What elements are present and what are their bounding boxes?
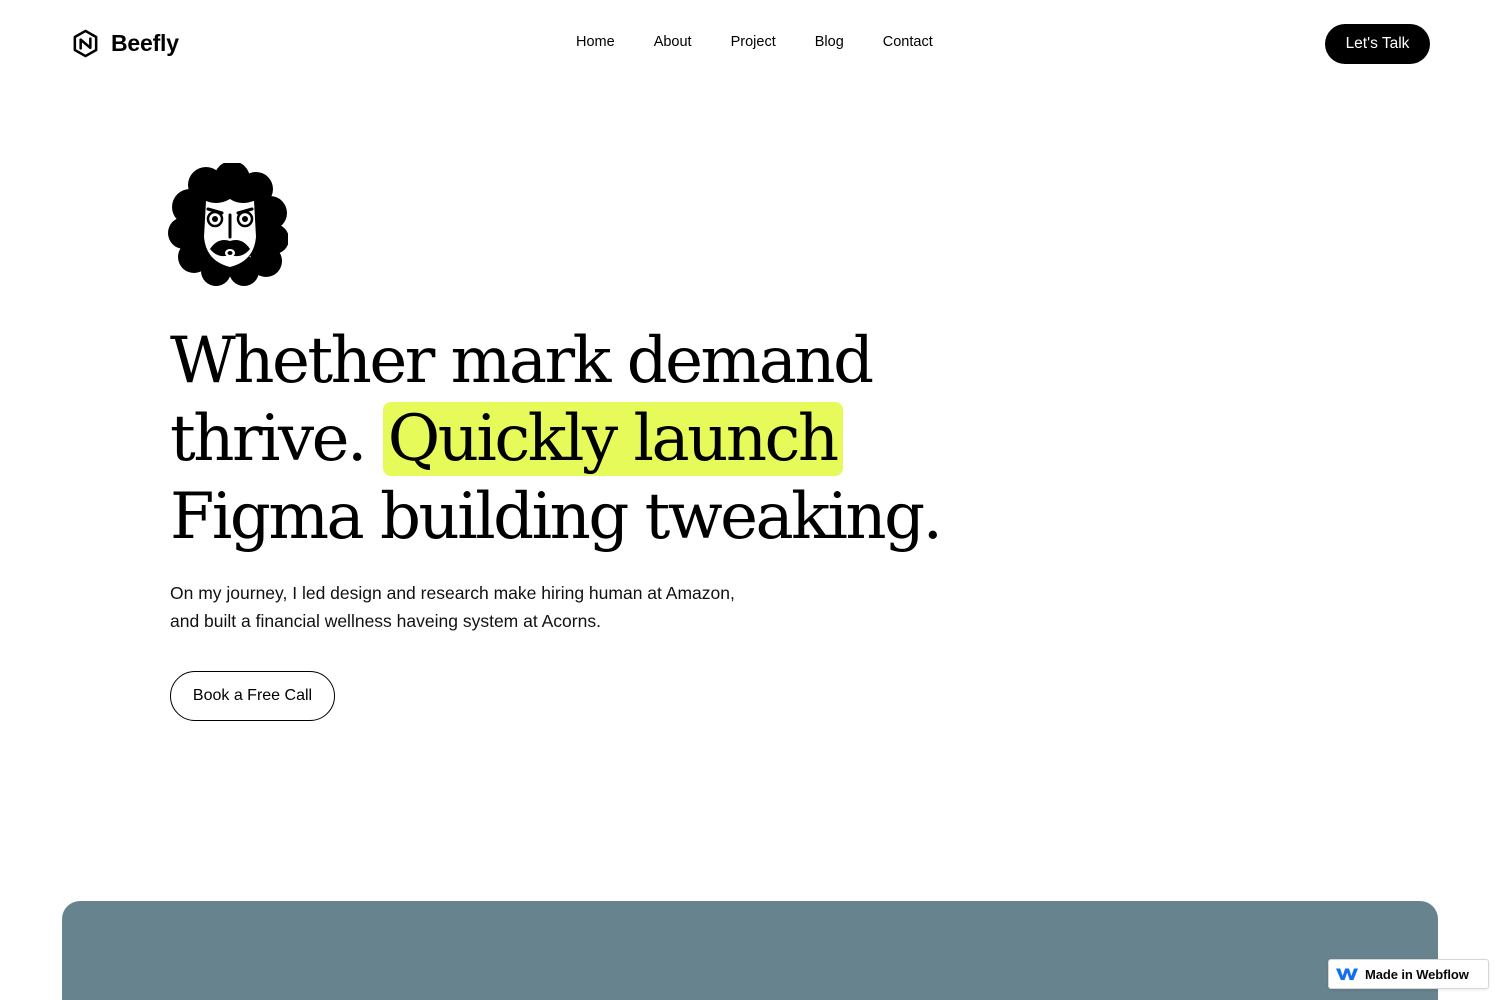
- nav-links: Home About Project Blog Contact: [576, 34, 933, 50]
- nav-link-project[interactable]: Project: [731, 34, 776, 50]
- intro-line-1: On my journey, I led design and research…: [170, 583, 735, 603]
- hero-intro: On my journey, I led design and research…: [170, 579, 770, 635]
- lets-talk-button[interactable]: Let's Talk: [1325, 24, 1430, 64]
- nav-link-about[interactable]: About: [654, 34, 692, 50]
- headline-text-end: Figma building tweaking.: [170, 480, 943, 554]
- nav-link-blog[interactable]: Blog: [815, 34, 844, 50]
- featured-panel: [62, 901, 1438, 1000]
- navbar: Beefly Home About Project Blog Contact L…: [0, 0, 1500, 88]
- brand-logo-link[interactable]: Beefly: [70, 28, 179, 59]
- bearded-face-illustration: [168, 163, 288, 287]
- webflow-badge-label: Made in Webflow: [1365, 966, 1469, 982]
- nav-link-contact[interactable]: Contact: [883, 34, 933, 50]
- hexagon-logo-icon: [70, 28, 101, 59]
- hero-headline: Whether mark demand thrive. Quickly laun…: [170, 322, 990, 556]
- intro-line-2: and built a financial wellness haveing s…: [170, 611, 601, 631]
- headline-highlight: Quickly launch: [382, 402, 843, 476]
- brand-name: Beefly: [111, 30, 179, 56]
- book-free-call-button[interactable]: Book a Free Call: [170, 671, 335, 721]
- webflow-logo-icon: [1336, 967, 1358, 981]
- nav-link-home[interactable]: Home: [576, 34, 615, 50]
- made-in-webflow-badge[interactable]: Made in Webflow: [1328, 959, 1489, 989]
